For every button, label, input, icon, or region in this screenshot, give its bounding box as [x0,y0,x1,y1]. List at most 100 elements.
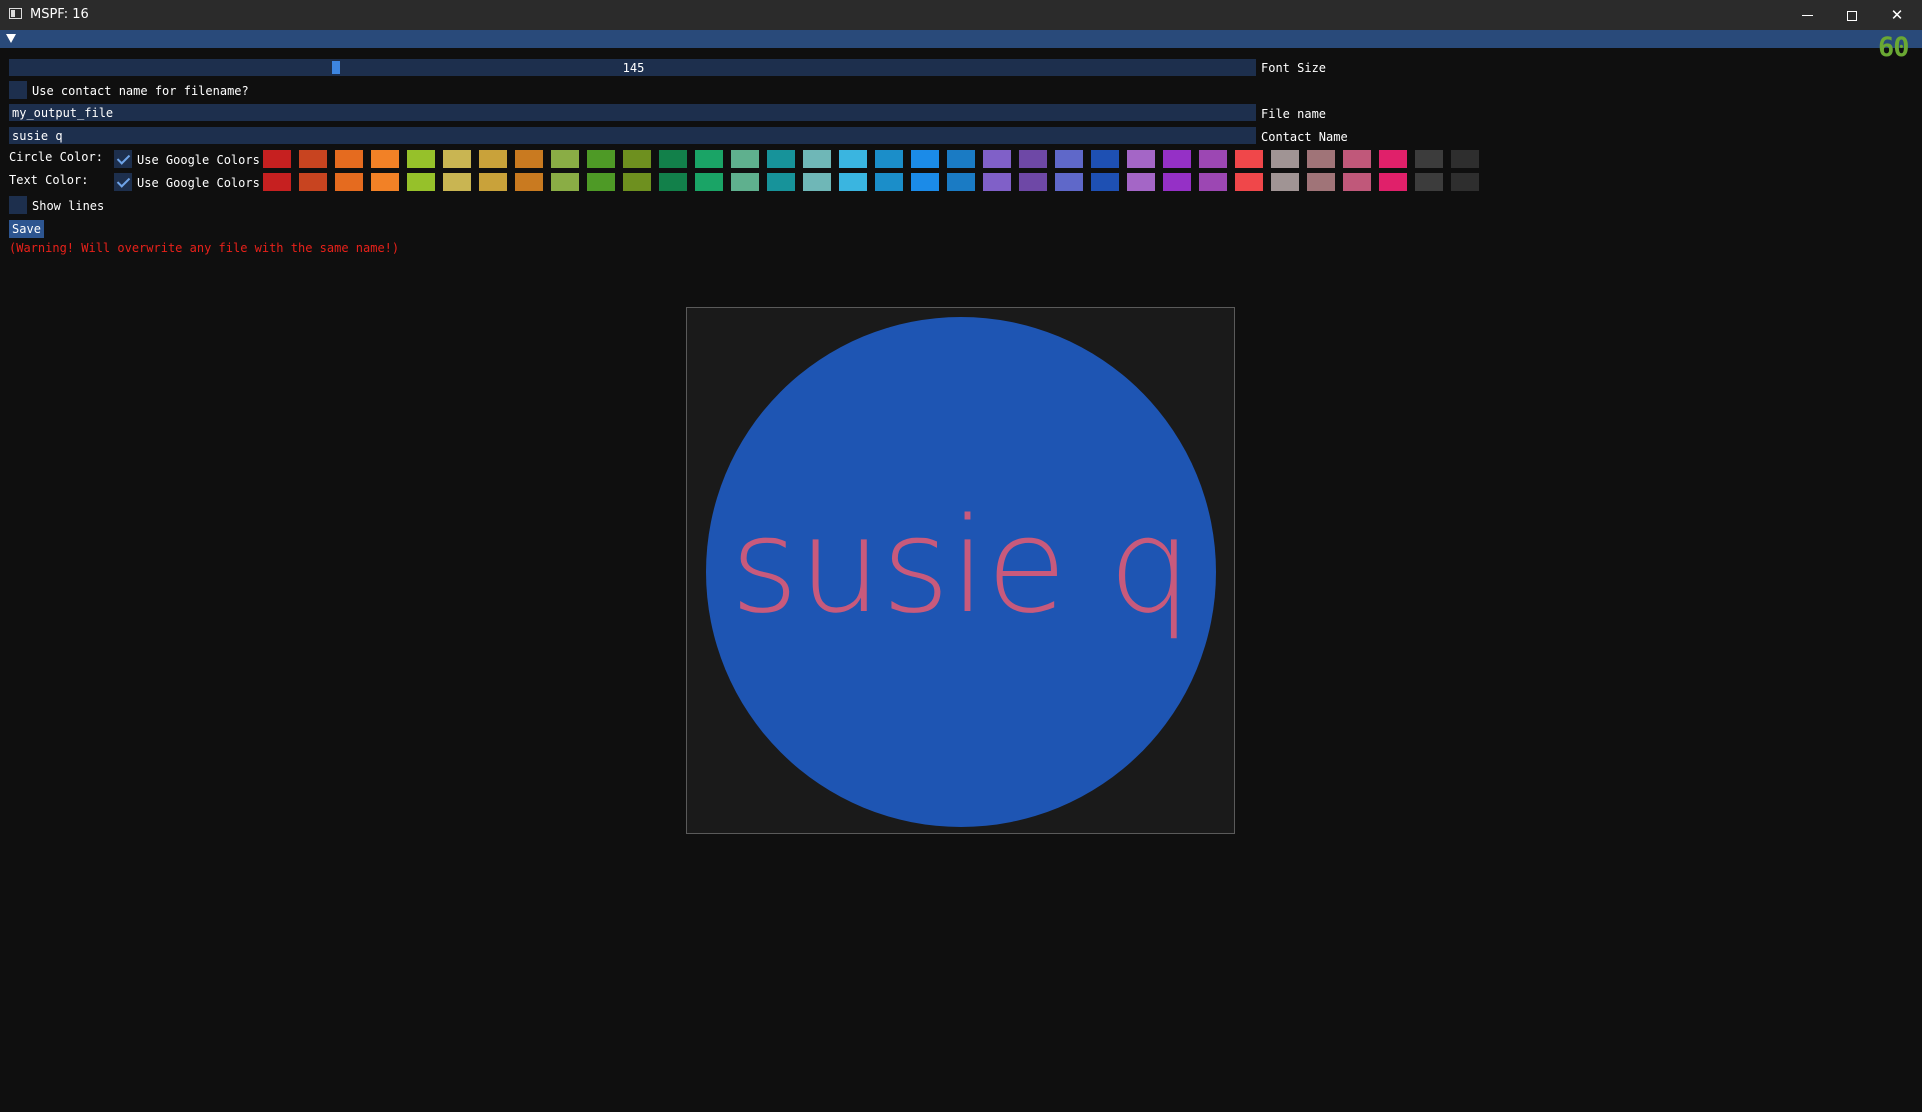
font-size-label: Font Size [1261,61,1327,75]
app-icon [9,8,22,19]
text-color-swatch[interactable] [1235,173,1263,191]
close-button[interactable]: ✕ [1874,0,1920,30]
maximize-icon [1847,10,1857,21]
text-color-swatch[interactable] [299,173,327,191]
circle-color-swatch[interactable] [515,150,543,168]
contact-name-label: Contact Name [1261,130,1348,144]
text-color-swatch[interactable] [875,173,903,191]
overwrite-warning: (Warning! Will overwrite any file with t… [9,241,400,255]
circle-color-swatch[interactable] [911,150,939,168]
collapsing-header[interactable] [0,30,1922,48]
circle-color-swatch[interactable] [1163,150,1191,168]
text-color-swatch[interactable] [1055,173,1083,191]
text-color-swatch[interactable] [1091,173,1119,191]
use-contact-name-checkbox[interactable] [9,81,27,99]
circle-color-swatch[interactable] [407,150,435,168]
circle-color-label: Circle Color: [9,150,103,164]
text-color-swatch[interactable] [623,173,651,191]
circle-google-colors-checkbox[interactable] [114,150,132,168]
close-icon: ✕ [1890,6,1904,24]
circle-color-swatch[interactable] [1343,150,1371,168]
text-color-swatch[interactable] [515,173,543,191]
circle-color-swatch[interactable] [947,150,975,168]
contact-name-input[interactable] [9,127,1256,144]
text-color-swatch[interactable] [1307,173,1335,191]
text-color-swatch[interactable] [479,173,507,191]
text-color-swatch[interactable] [263,173,291,191]
save-button[interactable]: Save [9,220,44,238]
circle-color-swatch[interactable] [551,150,579,168]
circle-color-swatch[interactable] [443,150,471,168]
contact-name-value[interactable]: susie q [12,129,63,143]
text-color-swatch[interactable] [983,173,1011,191]
circle-color-swatch[interactable] [839,150,867,168]
text-color-swatch[interactable] [803,173,831,191]
text-color-swatch[interactable] [1343,173,1371,191]
app-window: MSPF: 16 ✕ 60 145 Font Size Use contact … [0,0,1922,1112]
text-color-swatch[interactable] [1379,173,1407,191]
circle-color-swatch[interactable] [1415,150,1443,168]
circle-color-swatch[interactable] [299,150,327,168]
circle-color-swatch[interactable] [983,150,1011,168]
text-color-swatch[interactable] [1199,173,1227,191]
text-color-swatch[interactable] [1127,173,1155,191]
text-color-swatch[interactable] [587,173,615,191]
circle-color-swatch[interactable] [659,150,687,168]
circle-color-swatch[interactable] [1199,150,1227,168]
file-name-input[interactable] [9,104,1256,121]
circle-color-swatch[interactable] [587,150,615,168]
circle-color-swatch[interactable] [803,150,831,168]
preview-canvas: susie q [686,307,1235,834]
file-name-label: File name [1261,107,1327,121]
circle-color-swatch[interactable] [623,150,651,168]
text-color-swatch[interactable] [551,173,579,191]
window-title: MSPF: 16 [30,7,89,22]
circle-color-swatch[interactable] [875,150,903,168]
font-size-slider-grab[interactable] [332,61,341,74]
text-google-colors-checkbox[interactable] [114,173,132,191]
text-color-swatch[interactable] [1271,173,1299,191]
text-color-swatch[interactable] [371,173,399,191]
text-color-swatch[interactable] [767,173,795,191]
circle-google-colors-label: Use Google Colors [137,153,260,167]
circle-color-swatch[interactable] [335,150,363,168]
preview-text: susie q [730,489,1191,642]
text-color-swatch[interactable] [1415,173,1443,191]
text-color-swatch[interactable] [839,173,867,191]
circle-color-swatch[interactable] [371,150,399,168]
text-color-label: Text Color: [9,173,89,187]
fps-counter: 60 [1878,32,1910,63]
text-color-swatch[interactable] [1451,173,1479,191]
text-color-swatch[interactable] [1019,173,1047,191]
text-color-swatch[interactable] [1163,173,1191,191]
maximize-button[interactable] [1829,0,1875,30]
circle-color-swatch[interactable] [479,150,507,168]
text-color-swatch[interactable] [659,173,687,191]
circle-color-swatch[interactable] [263,150,291,168]
circle-color-swatch[interactable] [1307,150,1335,168]
circle-color-swatch[interactable] [731,150,759,168]
text-color-swatch[interactable] [695,173,723,191]
title-bar: MSPF: 16 ✕ [0,0,1922,30]
circle-color-swatch[interactable] [767,150,795,168]
text-color-swatch[interactable] [335,173,363,191]
circle-color-swatch[interactable] [1055,150,1083,168]
circle-color-swatch[interactable] [1127,150,1155,168]
circle-color-swatch[interactable] [1271,150,1299,168]
minimize-button[interactable] [1784,0,1830,30]
triangle-down-icon[interactable] [6,34,16,43]
text-color-swatch[interactable] [947,173,975,191]
file-name-value[interactable]: my_output_file [12,106,113,120]
text-color-swatch[interactable] [443,173,471,191]
text-color-swatch[interactable] [407,173,435,191]
text-color-swatch[interactable] [911,173,939,191]
circle-color-swatch[interactable] [1091,150,1119,168]
circle-color-swatch[interactable] [1451,150,1479,168]
circle-color-swatch[interactable] [1019,150,1047,168]
circle-color-swatch[interactable] [1235,150,1263,168]
circle-color-swatch[interactable] [695,150,723,168]
font-size-value: 145 [622,61,645,75]
show-lines-checkbox[interactable] [9,196,27,214]
text-color-swatch[interactable] [731,173,759,191]
circle-color-swatch[interactable] [1379,150,1407,168]
